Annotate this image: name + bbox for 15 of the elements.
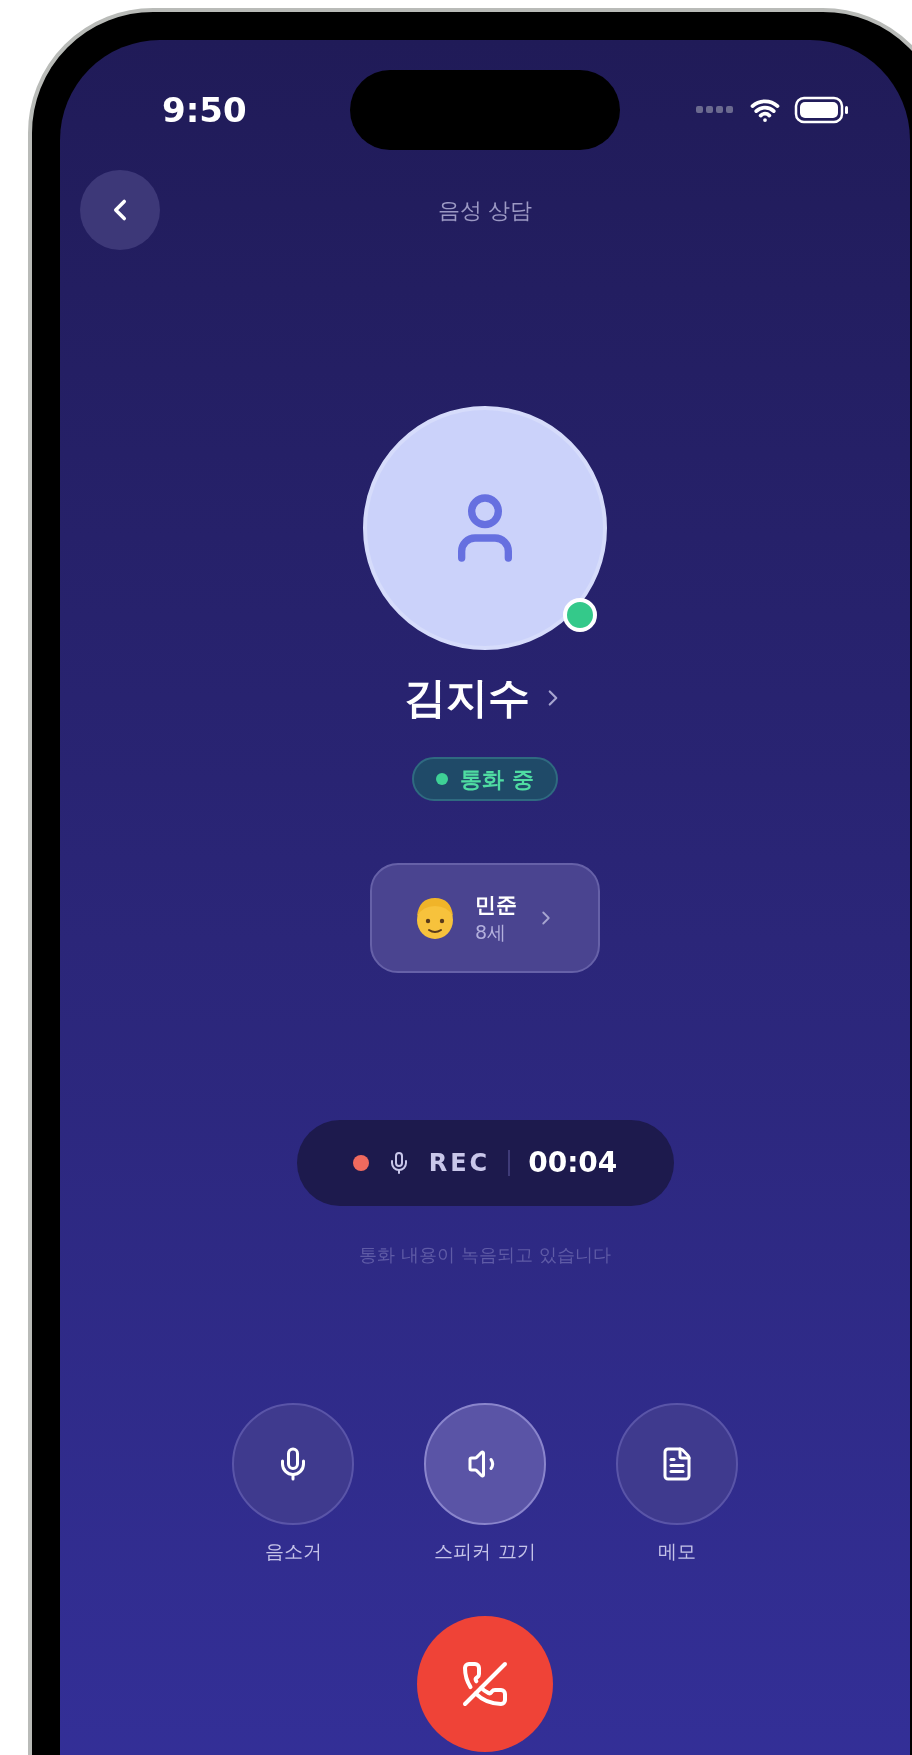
elapsed-time: 00:04	[528, 1145, 618, 1181]
rec-label: REC	[428, 1148, 491, 1179]
battery-icon	[794, 96, 850, 124]
child-age: 8세	[475, 920, 507, 945]
contact-name-link[interactable]: 김지수	[404, 674, 566, 722]
control-label: 메모	[658, 1539, 696, 1564]
signal-icon	[696, 106, 736, 114]
status-time: 9:50	[162, 88, 247, 132]
child-name: 민준	[475, 892, 517, 919]
control-label: 음소거	[264, 1539, 322, 1564]
phone-off-icon	[461, 1659, 509, 1708]
screen-title: 음성 상담	[437, 196, 533, 225]
control-label: 스피커 끄기	[434, 1539, 536, 1564]
status-label: 통화 중	[460, 765, 534, 794]
child-profile-card[interactable]: 민준 8세	[370, 863, 600, 973]
